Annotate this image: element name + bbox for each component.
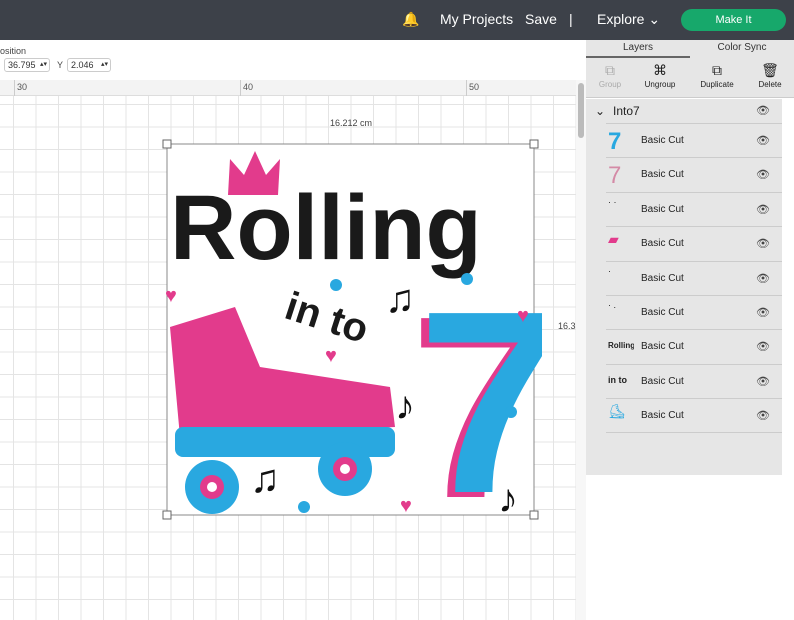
ungroup-icon: ⌘ — [653, 62, 667, 78]
layer-name: Basic Cut — [641, 307, 684, 318]
vertical-scrollbar[interactable] — [576, 80, 586, 620]
heart-icon: ♥ — [400, 495, 412, 517]
eye-icon[interactable]: 👁 — [756, 168, 770, 181]
layer-thumbnail: in to — [608, 374, 627, 385]
layer-group[interactable]: ⌄ Into7 👁 — [586, 99, 782, 123]
layer-thumbnail: · . — [608, 300, 616, 310]
y-position-input[interactable]: 2.046 ▴▾ — [67, 58, 111, 72]
ungroup-button[interactable]: ⌘ Ungroup — [635, 62, 685, 89]
horizontal-ruler: 30 40 50 — [0, 80, 576, 96]
delete-button[interactable]: 🗑 Delete — [745, 62, 794, 89]
music-note-icon: ♪ — [498, 477, 518, 521]
group-icon: ⧉ — [605, 62, 615, 78]
height-dimension: 16.3 — [558, 321, 576, 331]
stepper-icon[interactable]: ▴▾ — [40, 59, 47, 71]
y-label: Y — [57, 60, 64, 70]
eye-icon[interactable]: 👁 — [756, 272, 770, 285]
layer-thumbnail: ⛸ — [608, 403, 626, 420]
eye-icon[interactable]: 👁 — [756, 99, 770, 123]
layer-name: Basic Cut — [641, 410, 684, 422]
layer-thumbnail: · · — [608, 196, 617, 207]
scroll-thumb[interactable] — [578, 83, 584, 138]
make-it-button[interactable]: Make It — [681, 9, 786, 31]
toolbar: osition 36.795 ▴▾ Y 2.046 ▴▾ — [0, 40, 586, 80]
group-name: Into7 — [613, 104, 640, 118]
eye-icon[interactable]: 👁 — [756, 306, 770, 319]
chevron-down-icon[interactable]: ⌄ — [595, 99, 605, 123]
heart-icon: ♥ — [517, 305, 529, 327]
ruler-tick: 30 — [17, 82, 28, 92]
ungroup-label: Ungroup — [644, 80, 676, 89]
trash-icon: 🗑 — [761, 62, 779, 78]
delete-label: Delete — [758, 80, 782, 89]
layer-name: Basic Cut — [641, 238, 684, 250]
layer-row[interactable]: · · Basic Cut 👁 — [606, 191, 782, 226]
resize-handle[interactable] — [162, 139, 172, 149]
tab-color-sync[interactable]: Color Sync — [690, 40, 794, 58]
tab-layers[interactable]: Layers — [586, 40, 690, 58]
layer-row[interactable]: 7 Basic Cut 👁 — [606, 123, 782, 157]
explore-menu[interactable]: Explore ⌄ — [597, 11, 660, 28]
eye-icon[interactable]: 👁 — [756, 237, 770, 250]
chevron-down-icon: ⌄ — [648, 11, 661, 27]
layer-name: Basic Cut — [641, 341, 684, 353]
eye-icon[interactable]: 👁 — [756, 409, 770, 422]
music-note-icon: ♫ — [250, 457, 280, 501]
layer-row[interactable]: in to Basic Cut 👁 — [606, 363, 782, 398]
ruler-tick: 40 — [243, 82, 254, 92]
resize-handle[interactable] — [529, 139, 539, 149]
layer-name: Basic Cut — [641, 375, 684, 387]
music-note-icon: ♫ — [385, 277, 415, 321]
stepper-icon[interactable]: ▴▾ — [101, 59, 108, 71]
layer-thumbnail: 7 — [608, 162, 622, 189]
duplicate-label: Duplicate — [700, 80, 734, 89]
y-value: 2.046 — [71, 60, 94, 70]
bell-icon[interactable]: 🔔 — [402, 11, 419, 28]
layer-name: Basic Cut — [641, 272, 684, 284]
save-button[interactable]: Save — [525, 11, 557, 27]
resize-handle[interactable] — [162, 510, 172, 520]
position-label: osition — [0, 46, 27, 56]
layer-name: Basic Cut — [641, 169, 684, 181]
layer-name: Basic Cut — [641, 135, 684, 146]
heart-icon: ♥ — [165, 285, 177, 307]
layer-row[interactable]: 7 Basic Cut 👁 — [606, 157, 782, 191]
divider: | — [569, 11, 573, 27]
heart-icon: ♥ — [325, 345, 337, 367]
duplicate-icon: ⧉ — [712, 62, 722, 78]
group-button[interactable]: ⧉ Group — [585, 62, 635, 89]
eye-icon[interactable]: 👁 — [756, 340, 770, 353]
duplicate-button[interactable]: ⧉ Duplicate — [692, 62, 742, 89]
artwork[interactable]: Rolling in to 7 7 ♫ ♪ ♫ ♪ ♥ ♥ ♥ ♥ — [160, 137, 542, 523]
my-projects-link[interactable]: My Projects — [440, 11, 513, 27]
top-bar: 🔔 My Projects Save | Explore ⌄ Make It — [0, 0, 794, 40]
music-note-icon: ♪ — [395, 384, 415, 428]
layers-list: ⌄ Into7 👁 7 Basic Cut 👁 7 Basic Cut 👁 · · Bas… — [586, 99, 782, 475]
layers-panel: Layers Color Sync ⧉ Group ⌘ Ungroup ⧉ Dupli… — [586, 40, 794, 620]
eye-icon[interactable]: 👁 — [756, 203, 770, 216]
layer-row[interactable]: · . Basic Cut 👁 — [606, 295, 782, 329]
layer-row[interactable]: Rolling Basic Cut 👁 — [606, 329, 782, 363]
x-value: 36.795 — [8, 60, 36, 70]
ruler-tick: 50 — [469, 82, 480, 92]
layer-thumbnail: · — [608, 265, 611, 276]
layer-row[interactable]: ▰ Basic Cut 👁 — [606, 226, 782, 260]
layer-thumbnail: ▰ — [608, 231, 619, 248]
layer-row[interactable]: ⛸ Basic Cut 👁 — [606, 398, 782, 433]
eye-icon[interactable]: 👁 — [756, 134, 770, 147]
seven-numeral: 7 — [418, 258, 542, 523]
group-label: Group — [598, 80, 622, 89]
layer-thumbnail: 7 — [608, 128, 622, 154]
layer-name: Basic Cut — [641, 203, 684, 215]
width-dimension: 16.212 cm — [330, 118, 373, 128]
layer-row[interactable]: · Basic Cut 👁 — [606, 260, 782, 295]
explore-label: Explore — [597, 11, 645, 27]
x-position-input[interactable]: 36.795 ▴▾ — [4, 58, 50, 72]
eye-icon[interactable]: 👁 — [756, 375, 770, 388]
